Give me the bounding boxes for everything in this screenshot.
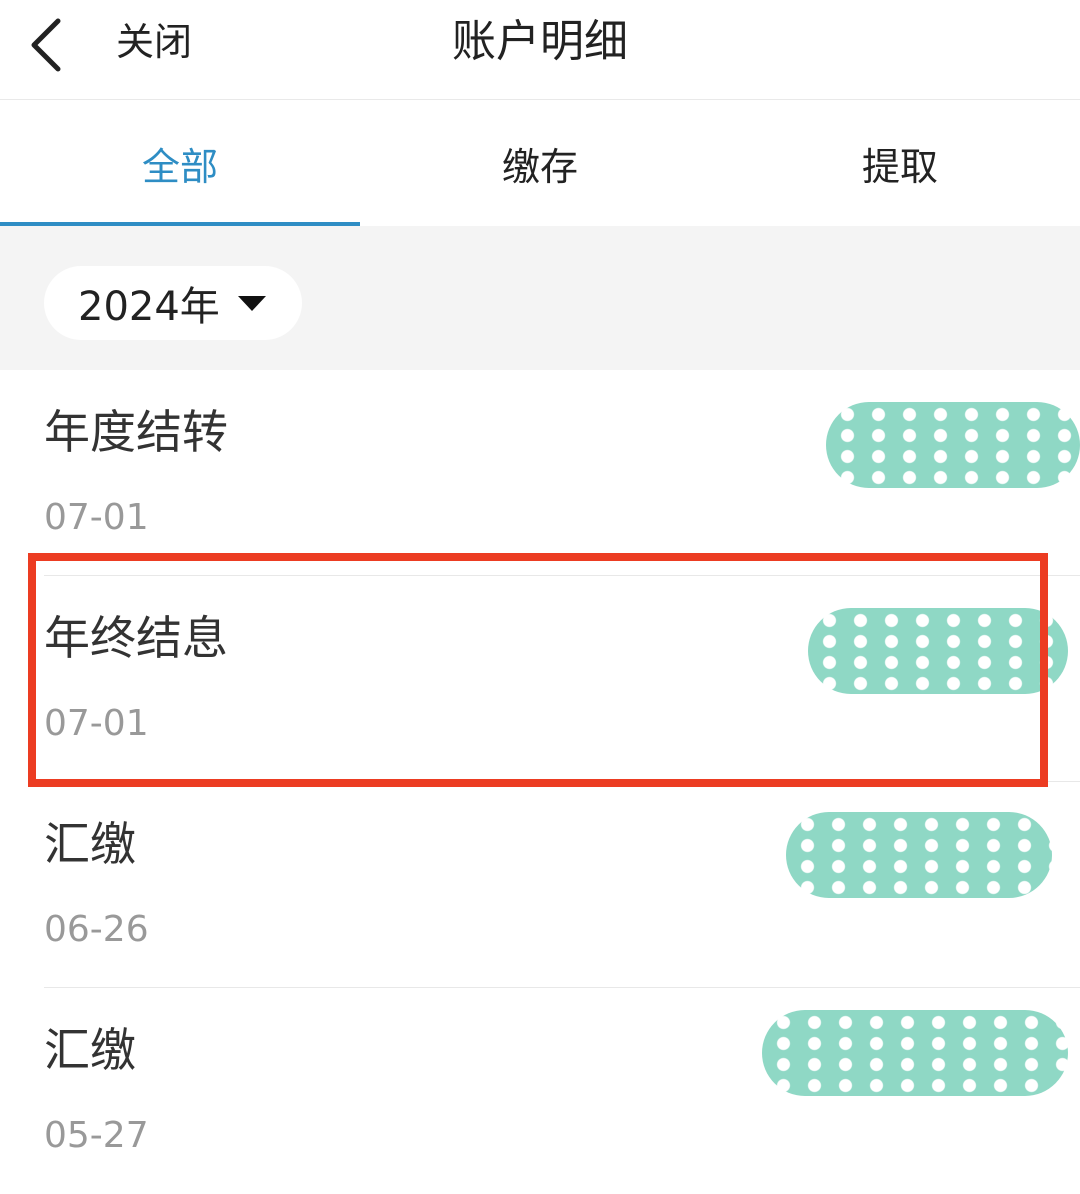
caret-down-icon	[237, 295, 266, 311]
record-date: 05-27	[44, 1115, 149, 1156]
record-list: 年度结转 07-01 年终结息 07-01 汇缴 06-26 汇缴 05-27	[0, 370, 1080, 1194]
list-item[interactable]: 年终结息 07-01	[0, 576, 1080, 782]
record-title: 年度结转	[44, 405, 228, 459]
redacted-amount	[826, 402, 1080, 488]
list-item[interactable]: 汇缴 05-27	[0, 988, 1080, 1194]
back-button[interactable]	[14, 10, 78, 80]
redacted-amount	[786, 812, 1052, 898]
year-label: 2024年	[78, 284, 220, 330]
record-date: 06-26	[44, 909, 149, 950]
year-dropdown[interactable]: 2024年	[44, 266, 302, 340]
record-title: 汇缴	[44, 1023, 136, 1077]
list-item[interactable]: 年度结转 07-01	[0, 370, 1080, 576]
tab-all[interactable]: 全部	[0, 100, 360, 226]
filter-bar: 2024年	[0, 226, 1080, 370]
tab-deposit[interactable]: 缴存	[360, 100, 720, 226]
tab-withdraw[interactable]: 提取	[720, 100, 1080, 226]
record-title: 年终结息	[44, 611, 228, 665]
list-item[interactable]: 汇缴 06-26	[0, 782, 1080, 988]
redacted-amount	[808, 608, 1068, 694]
record-date: 07-01	[44, 497, 149, 538]
record-date: 07-01	[44, 703, 149, 744]
close-button[interactable]: 关闭	[116, 18, 192, 66]
chevron-left-icon	[31, 18, 61, 72]
redacted-amount	[762, 1010, 1068, 1096]
tab-bar: 全部 缴存 提取	[0, 100, 1080, 226]
nav-header: 关闭 账户明细	[0, 0, 1080, 100]
record-title: 汇缴	[44, 817, 136, 871]
